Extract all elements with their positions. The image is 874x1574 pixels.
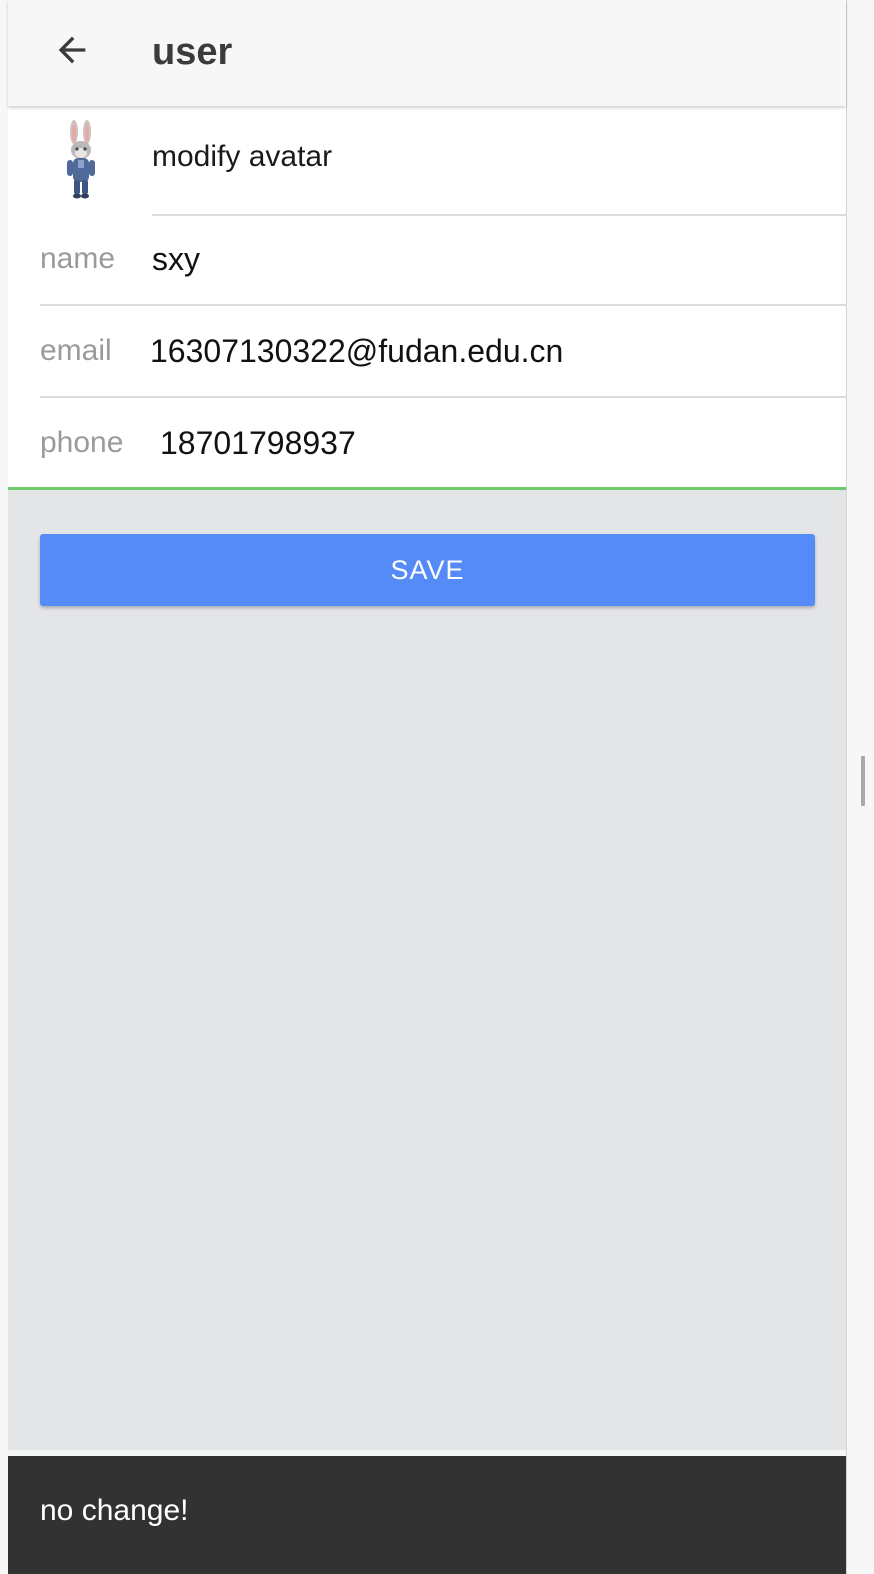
- avatar[interactable]: [56, 120, 106, 200]
- arrow-back-icon: [58, 36, 86, 64]
- email-label: email: [40, 334, 112, 367]
- phone-label: phone: [40, 426, 124, 459]
- snackbar: no change!: [8, 1456, 846, 1574]
- modify-avatar-label[interactable]: modify avatar: [152, 140, 332, 174]
- phone-input[interactable]: [160, 418, 820, 468]
- email-row: email: [8, 308, 846, 398]
- name-label: name: [40, 242, 116, 275]
- name-row: name: [8, 216, 846, 306]
- divider: [40, 304, 846, 306]
- user-profile-screen: user modify avatar name sxy email 163071…: [8, 0, 847, 1574]
- page-title: user: [152, 31, 233, 73]
- app-bar: user: [8, 0, 846, 106]
- divider: [40, 396, 846, 398]
- email-input[interactable]: [150, 326, 820, 376]
- name-input[interactable]: [152, 234, 812, 284]
- profile-form: modify avatar name email phone: [8, 106, 846, 490]
- phone-row: phone: [8, 400, 846, 490]
- drag-handle[interactable]: [861, 756, 865, 806]
- focused-underline: [8, 487, 846, 490]
- back-button[interactable]: [44, 22, 100, 78]
- modify-avatar-row[interactable]: modify avatar: [8, 106, 846, 216]
- save-button[interactable]: SAVE: [40, 534, 815, 606]
- snackbar-message: no change!: [40, 1494, 189, 1527]
